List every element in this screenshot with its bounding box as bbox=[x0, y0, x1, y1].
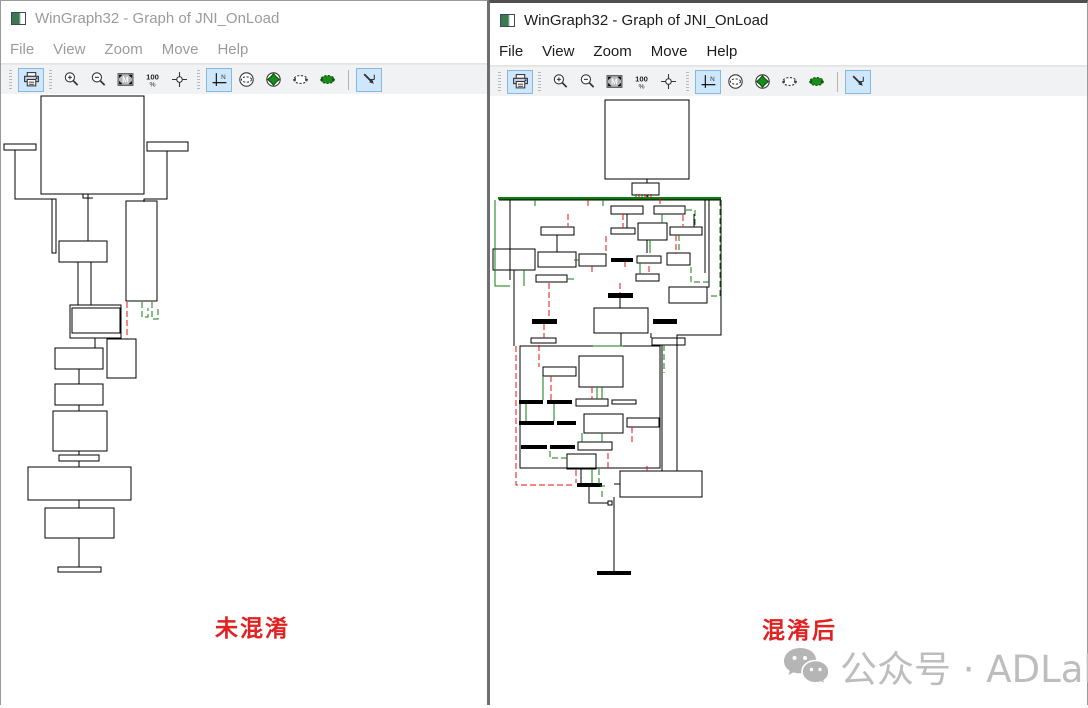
center-button[interactable] bbox=[655, 70, 681, 94]
app-icon bbox=[500, 14, 515, 27]
watermark: 公众号 · ADLab bbox=[782, 639, 1088, 693]
fisheye-move-button[interactable] bbox=[803, 70, 829, 94]
toolbar bbox=[1, 64, 487, 96]
zoom-100-icon bbox=[144, 71, 161, 88]
fisheye-move-icon bbox=[319, 71, 336, 88]
zoom-fit-icon bbox=[117, 71, 134, 88]
sphere-view-icon bbox=[238, 71, 255, 88]
center-icon bbox=[171, 71, 188, 88]
sphere-move-icon bbox=[754, 73, 771, 90]
sphere-view-button[interactable] bbox=[233, 68, 259, 92]
sphere-view-button[interactable] bbox=[722, 70, 748, 94]
titlebar[interactable]: WinGraph32 - Graph of JNI_OnLoad bbox=[1, 1, 487, 35]
zoom-fit-button[interactable] bbox=[601, 70, 627, 94]
sphere-move-icon bbox=[265, 71, 282, 88]
toolbar-separator bbox=[348, 70, 349, 90]
fisheye-view-button[interactable] bbox=[776, 70, 802, 94]
menu-view[interactable]: View bbox=[53, 41, 85, 58]
zoom-out-icon bbox=[90, 71, 107, 88]
menubar: File View Zoom Move Help bbox=[1, 35, 487, 64]
axes-button[interactable] bbox=[206, 68, 232, 92]
menu-move[interactable]: Move bbox=[651, 43, 688, 60]
zoom-in-button[interactable] bbox=[547, 70, 573, 94]
zoom-out-icon bbox=[579, 73, 596, 90]
axes-icon bbox=[700, 73, 717, 90]
axes-icon bbox=[211, 71, 228, 88]
sphere-move-button[interactable] bbox=[260, 68, 286, 92]
watermark-text: 公众号 · ADLab bbox=[840, 639, 1088, 693]
print-icon bbox=[512, 73, 529, 90]
fisheye-move-icon bbox=[808, 73, 825, 90]
zoom-fit-icon bbox=[606, 73, 623, 90]
fisheye-view-icon bbox=[781, 73, 798, 90]
menu-file[interactable]: File bbox=[499, 43, 523, 60]
toolbar bbox=[490, 66, 1087, 98]
pointer-button[interactable] bbox=[356, 68, 382, 92]
center-button[interactable] bbox=[166, 68, 192, 92]
toolbar-grip[interactable] bbox=[49, 70, 52, 90]
zoom-out-button[interactable] bbox=[574, 70, 600, 94]
toolbar-grip[interactable] bbox=[686, 72, 689, 92]
toolbar-separator bbox=[837, 72, 838, 92]
pointer-icon bbox=[361, 71, 378, 88]
print-icon bbox=[23, 71, 40, 88]
axes-button[interactable] bbox=[695, 70, 721, 94]
menu-zoom[interactable]: Zoom bbox=[593, 43, 631, 60]
fisheye-view-button[interactable] bbox=[287, 68, 313, 92]
fisheye-view-icon bbox=[292, 71, 309, 88]
sphere-view-icon bbox=[727, 73, 744, 90]
zoom-in-icon bbox=[63, 71, 80, 88]
zoom-100-icon bbox=[633, 73, 650, 90]
sphere-move-button[interactable] bbox=[749, 70, 775, 94]
menu-view[interactable]: View bbox=[542, 43, 574, 60]
zoom-100-button[interactable] bbox=[628, 70, 654, 94]
toolbar-grip[interactable] bbox=[197, 70, 200, 90]
fisheye-move-button[interactable] bbox=[314, 68, 340, 92]
titlebar[interactable]: WinGraph32 - Graph of JNI_OnLoad bbox=[490, 3, 1087, 37]
menu-zoom[interactable]: Zoom bbox=[104, 41, 142, 58]
toolbar-grip[interactable] bbox=[498, 72, 501, 92]
toolbar-grip[interactable] bbox=[9, 70, 12, 90]
zoom-in-icon bbox=[552, 73, 569, 90]
zoom-out-button[interactable] bbox=[85, 68, 111, 92]
zoom-100-button[interactable] bbox=[139, 68, 165, 92]
zoom-fit-button[interactable] bbox=[112, 68, 138, 92]
obfuscation-label: 未混淆 bbox=[215, 609, 290, 643]
app-icon bbox=[11, 12, 26, 25]
menubar: File View Zoom Move Help bbox=[490, 37, 1087, 66]
menu-help[interactable]: Help bbox=[217, 41, 248, 58]
zoom-in-button[interactable] bbox=[58, 68, 84, 92]
pointer-button[interactable] bbox=[845, 70, 871, 94]
wingraph-window-left: WinGraph32 - Graph of JNI_OnLoad File Vi… bbox=[0, 0, 489, 705]
wingraph-window-right: WinGraph32 - Graph of JNI_OnLoad File Vi… bbox=[489, 0, 1088, 705]
window-title: WinGraph32 - Graph of JNI_OnLoad bbox=[35, 10, 279, 27]
menu-file[interactable]: File bbox=[10, 41, 34, 58]
print-button[interactable] bbox=[18, 68, 44, 92]
print-button[interactable] bbox=[507, 70, 533, 94]
wechat-icon bbox=[782, 646, 828, 686]
center-icon bbox=[660, 73, 677, 90]
window-title: WinGraph32 - Graph of JNI_OnLoad bbox=[524, 12, 768, 29]
pointer-icon bbox=[850, 73, 867, 90]
menu-help[interactable]: Help bbox=[706, 43, 737, 60]
toolbar-grip[interactable] bbox=[538, 72, 541, 92]
menu-move[interactable]: Move bbox=[162, 41, 199, 58]
